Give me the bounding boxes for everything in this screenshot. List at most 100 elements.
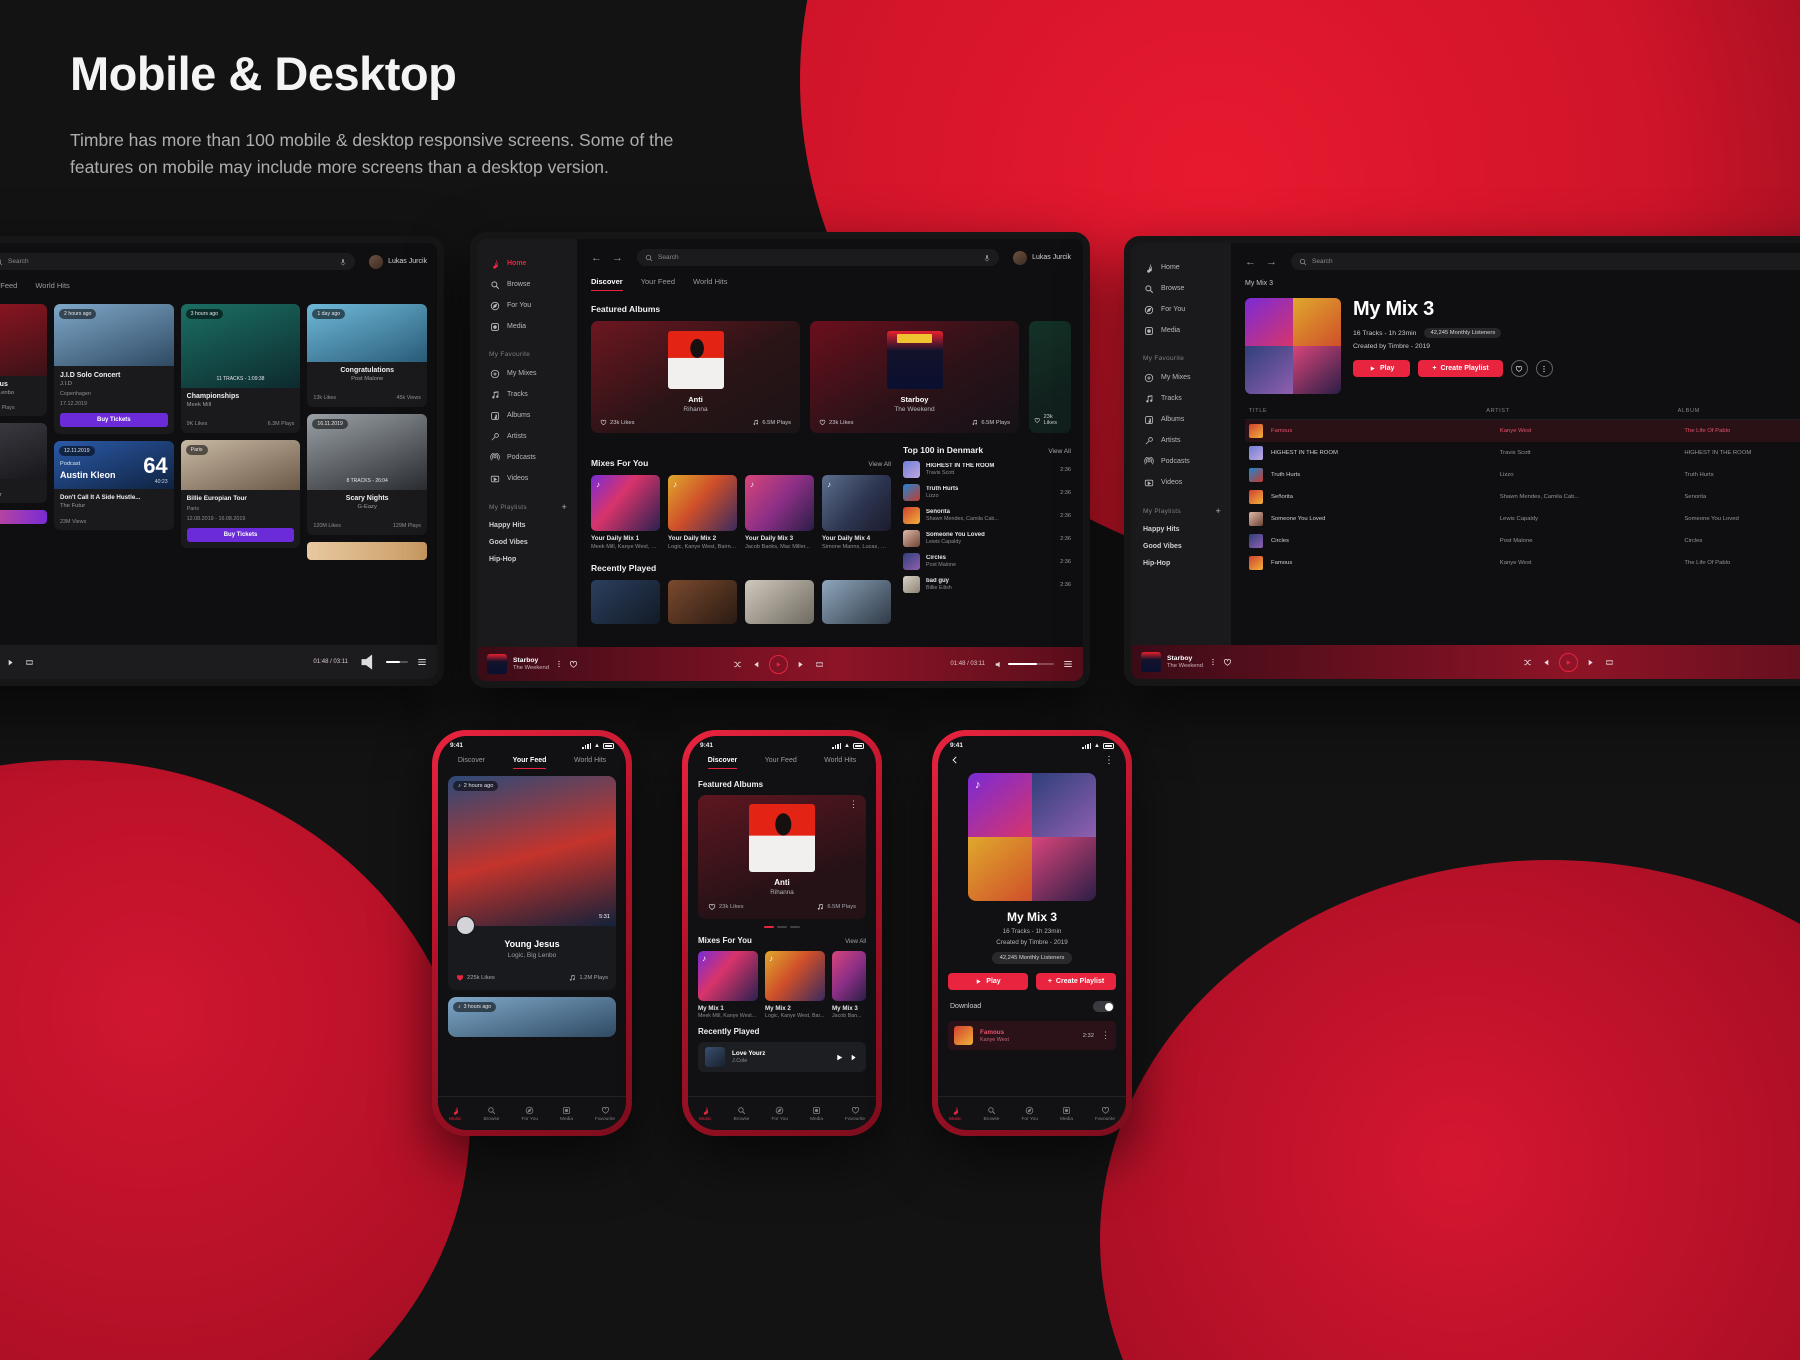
microphone-icon[interactable] bbox=[339, 258, 347, 266]
user-profile[interactable]: Lukas Jurcik bbox=[369, 254, 427, 269]
nav-item-favourite[interactable]: Favourite bbox=[845, 1106, 865, 1122]
arrow-left-icon[interactable] bbox=[950, 755, 960, 765]
arrow-left-icon[interactable]: ← bbox=[591, 252, 602, 264]
album-card-starboy[interactable]: Starboy The Weekend 23k Likes 6.5M Plays bbox=[810, 321, 1019, 433]
search-input[interactable]: Search bbox=[0, 253, 356, 270]
tab-your-feed[interactable]: Your Feed bbox=[641, 277, 675, 291]
tab-world-hits[interactable]: World Hits bbox=[574, 757, 606, 769]
tab-discover[interactable]: Discover bbox=[707, 757, 738, 769]
sidebar-item-podcasts[interactable]: Podcasts bbox=[1131, 451, 1231, 472]
sidebar-item-browse[interactable]: Browse bbox=[1131, 278, 1231, 299]
sidebar-item-for-you[interactable]: For You bbox=[477, 295, 577, 316]
sidebar-item-tracks[interactable]: Tracks bbox=[477, 384, 577, 405]
nav-item-for-you[interactable]: For You bbox=[521, 1106, 538, 1122]
more-icon[interactable]: ⋮ bbox=[1104, 755, 1114, 765]
feed-card[interactable]: 16.11.2019 8 TRACKS - 26:04 Scary Nights… bbox=[307, 414, 428, 535]
table-row[interactable]: Truth Hurts Lizzo Truth Hurts bbox=[1245, 464, 1800, 486]
tab-world-hits[interactable]: World Hits bbox=[693, 277, 727, 291]
buy-tickets-button[interactable]: Buy Tickets bbox=[60, 413, 168, 427]
volume-slider[interactable] bbox=[386, 661, 408, 663]
now-playing[interactable]: Starboy The Weekend bbox=[487, 654, 607, 674]
sidebar-playlist-happy-hits[interactable]: Happy Hits bbox=[1131, 521, 1231, 538]
mix-card[interactable]: ♪ Your Daily Mix 4 Simone Manns, Lucas, … bbox=[822, 475, 891, 550]
mix-card[interactable]: ♪ Your Daily Mix 3 Jacob Banks, Mac Mill… bbox=[745, 475, 814, 550]
play-button[interactable] bbox=[769, 654, 789, 674]
play-button[interactable]: Play bbox=[948, 973, 1028, 990]
download-toggle[interactable] bbox=[1093, 1001, 1114, 1012]
table-row[interactable]: Famous Kanye West 2:32 ⋮ bbox=[948, 1021, 1116, 1050]
play-button[interactable] bbox=[1559, 652, 1578, 672]
mix-card[interactable]: ♪ My Mix 1 Meek Mill, Kanye West... bbox=[698, 951, 758, 1019]
mix-card[interactable]: My Mix 3 Jacob Ban... bbox=[832, 951, 866, 1019]
more-icon[interactable] bbox=[555, 660, 563, 668]
sidebar-item-albums[interactable]: Albums bbox=[477, 405, 577, 426]
sidebar-item-videos[interactable]: Videos bbox=[477, 468, 577, 489]
queue-icon[interactable] bbox=[417, 657, 427, 667]
queue-icon[interactable] bbox=[1063, 659, 1073, 669]
nav-item-browse[interactable]: Browse bbox=[733, 1106, 749, 1122]
next-icon[interactable] bbox=[7, 658, 16, 667]
album-card-anti[interactable]: Anti Rihanna 23k Likes 6.5M Plays bbox=[591, 321, 800, 433]
arrow-right-icon[interactable]: → bbox=[1266, 256, 1277, 268]
tab-discover[interactable]: Discover bbox=[591, 277, 623, 291]
now-playing-row[interactable]: Love Yourz J.Cole bbox=[698, 1042, 866, 1072]
tab-world-hits[interactable]: World Hits bbox=[824, 757, 856, 769]
feed-card[interactable]: ♪ 3 hours ago bbox=[448, 997, 616, 1037]
play-icon[interactable] bbox=[835, 1053, 844, 1062]
feed-card[interactable]: 3 hours ago 11 TRACKS - 1:09:38 Champion… bbox=[180, 304, 301, 433]
arrow-left-icon[interactable]: ← bbox=[1245, 256, 1256, 268]
volume-slider[interactable] bbox=[1008, 663, 1054, 665]
table-row[interactable]: Señorita Shawn Mendes, Camila Cab... Sen… bbox=[1245, 486, 1800, 508]
nav-item-music[interactable]: Music bbox=[949, 1106, 962, 1122]
volume-control[interactable] bbox=[357, 650, 408, 674]
plus-icon[interactable]: + bbox=[561, 503, 567, 512]
create-playlist-button[interactable]: + Create Playlist bbox=[1418, 360, 1503, 377]
nav-item-music[interactable]: Music bbox=[449, 1106, 462, 1122]
sidebar-item-media[interactable]: Media bbox=[477, 316, 577, 337]
sidebar-item-for-you[interactable]: For You bbox=[1131, 299, 1231, 320]
recent-card[interactable] bbox=[668, 580, 737, 624]
sidebar-item-videos[interactable]: Videos bbox=[1131, 472, 1231, 493]
nav-item-for-you[interactable]: For You bbox=[771, 1106, 788, 1122]
carousel-dots[interactable] bbox=[698, 926, 866, 928]
album-card-third[interactable]: 23k Likes bbox=[1029, 321, 1071, 433]
sidebar-item-podcasts[interactable]: Podcasts bbox=[477, 447, 577, 468]
feed-card[interactable]: Paris Billie Europian Tour Paris 12.08.2… bbox=[180, 440, 301, 548]
more-icon[interactable]: ⋮ bbox=[849, 799, 858, 809]
repeat-icon[interactable] bbox=[815, 660, 824, 669]
table-row[interactable]: Famous Kanye West The Life Of Pablo bbox=[1245, 552, 1800, 574]
heart-icon[interactable] bbox=[1223, 658, 1232, 667]
mix-card[interactable]: ♪ Your Daily Mix 1 Meek Mill, Kanye West… bbox=[591, 475, 660, 550]
previous-icon[interactable] bbox=[751, 660, 760, 669]
table-row[interactable]: Circles Post Malone Circles bbox=[1245, 530, 1800, 552]
search-input[interactable]: Search bbox=[1291, 253, 1800, 270]
tab-your-feed[interactable]: Your Feed bbox=[512, 757, 547, 769]
nav-item-music[interactable]: Music bbox=[699, 1106, 712, 1122]
sidebar-item-tracks[interactable]: Tracks bbox=[1131, 388, 1231, 409]
sidebar-item-browse[interactable]: Browse bbox=[477, 274, 577, 295]
tab-world-hits[interactable]: World Hits bbox=[35, 281, 69, 294]
top-track-row[interactable]: bad guy Billie Eilish 2:36 bbox=[903, 576, 1071, 593]
more-icon[interactable] bbox=[1209, 658, 1217, 666]
feed-card[interactable]: Jesus Big Lenbo 1.2M Plays bbox=[0, 304, 47, 416]
nav-item-for-you[interactable]: For You bbox=[1021, 1106, 1038, 1122]
recent-card[interactable] bbox=[822, 580, 891, 624]
sidebar-item-albums[interactable]: Albums bbox=[1131, 409, 1231, 430]
top-track-row[interactable]: Señorita Shawn Mendes, Camila Cab... 2:36 bbox=[903, 507, 1071, 524]
next-icon[interactable] bbox=[797, 660, 806, 669]
shuffle-icon[interactable] bbox=[1523, 658, 1532, 667]
next-icon[interactable] bbox=[1587, 658, 1596, 667]
album-card-anti[interactable]: ⋮ Anti Rihanna 23k Likes 6.5M Plays bbox=[698, 795, 866, 919]
nav-item-browse[interactable]: Browse bbox=[983, 1106, 999, 1122]
sidebar-playlist-happy-hits[interactable]: Happy Hits bbox=[477, 517, 577, 534]
top-track-row[interactable]: HIGHEST IN THE ROOM Travis Scott 2:36 bbox=[903, 461, 1071, 478]
previous-icon[interactable] bbox=[1541, 658, 1550, 667]
sidebar-item-media[interactable]: Media bbox=[1131, 320, 1231, 341]
table-row[interactable]: HIGHEST IN THE ROOM Travis Scott HIGHEST… bbox=[1245, 442, 1800, 464]
heart-icon[interactable] bbox=[569, 660, 578, 669]
feed-card[interactable]: ♪ 2 hours ago 5:31 Young Jesus Logic, Bi… bbox=[448, 776, 616, 990]
sidebar-playlist-hip-hop[interactable]: Hip-Hop bbox=[477, 551, 577, 568]
more-icon[interactable]: ⋮ bbox=[1101, 1031, 1110, 1040]
repeat-icon[interactable] bbox=[1605, 658, 1614, 667]
tab-your-feed[interactable]: Your Feed bbox=[0, 281, 17, 294]
